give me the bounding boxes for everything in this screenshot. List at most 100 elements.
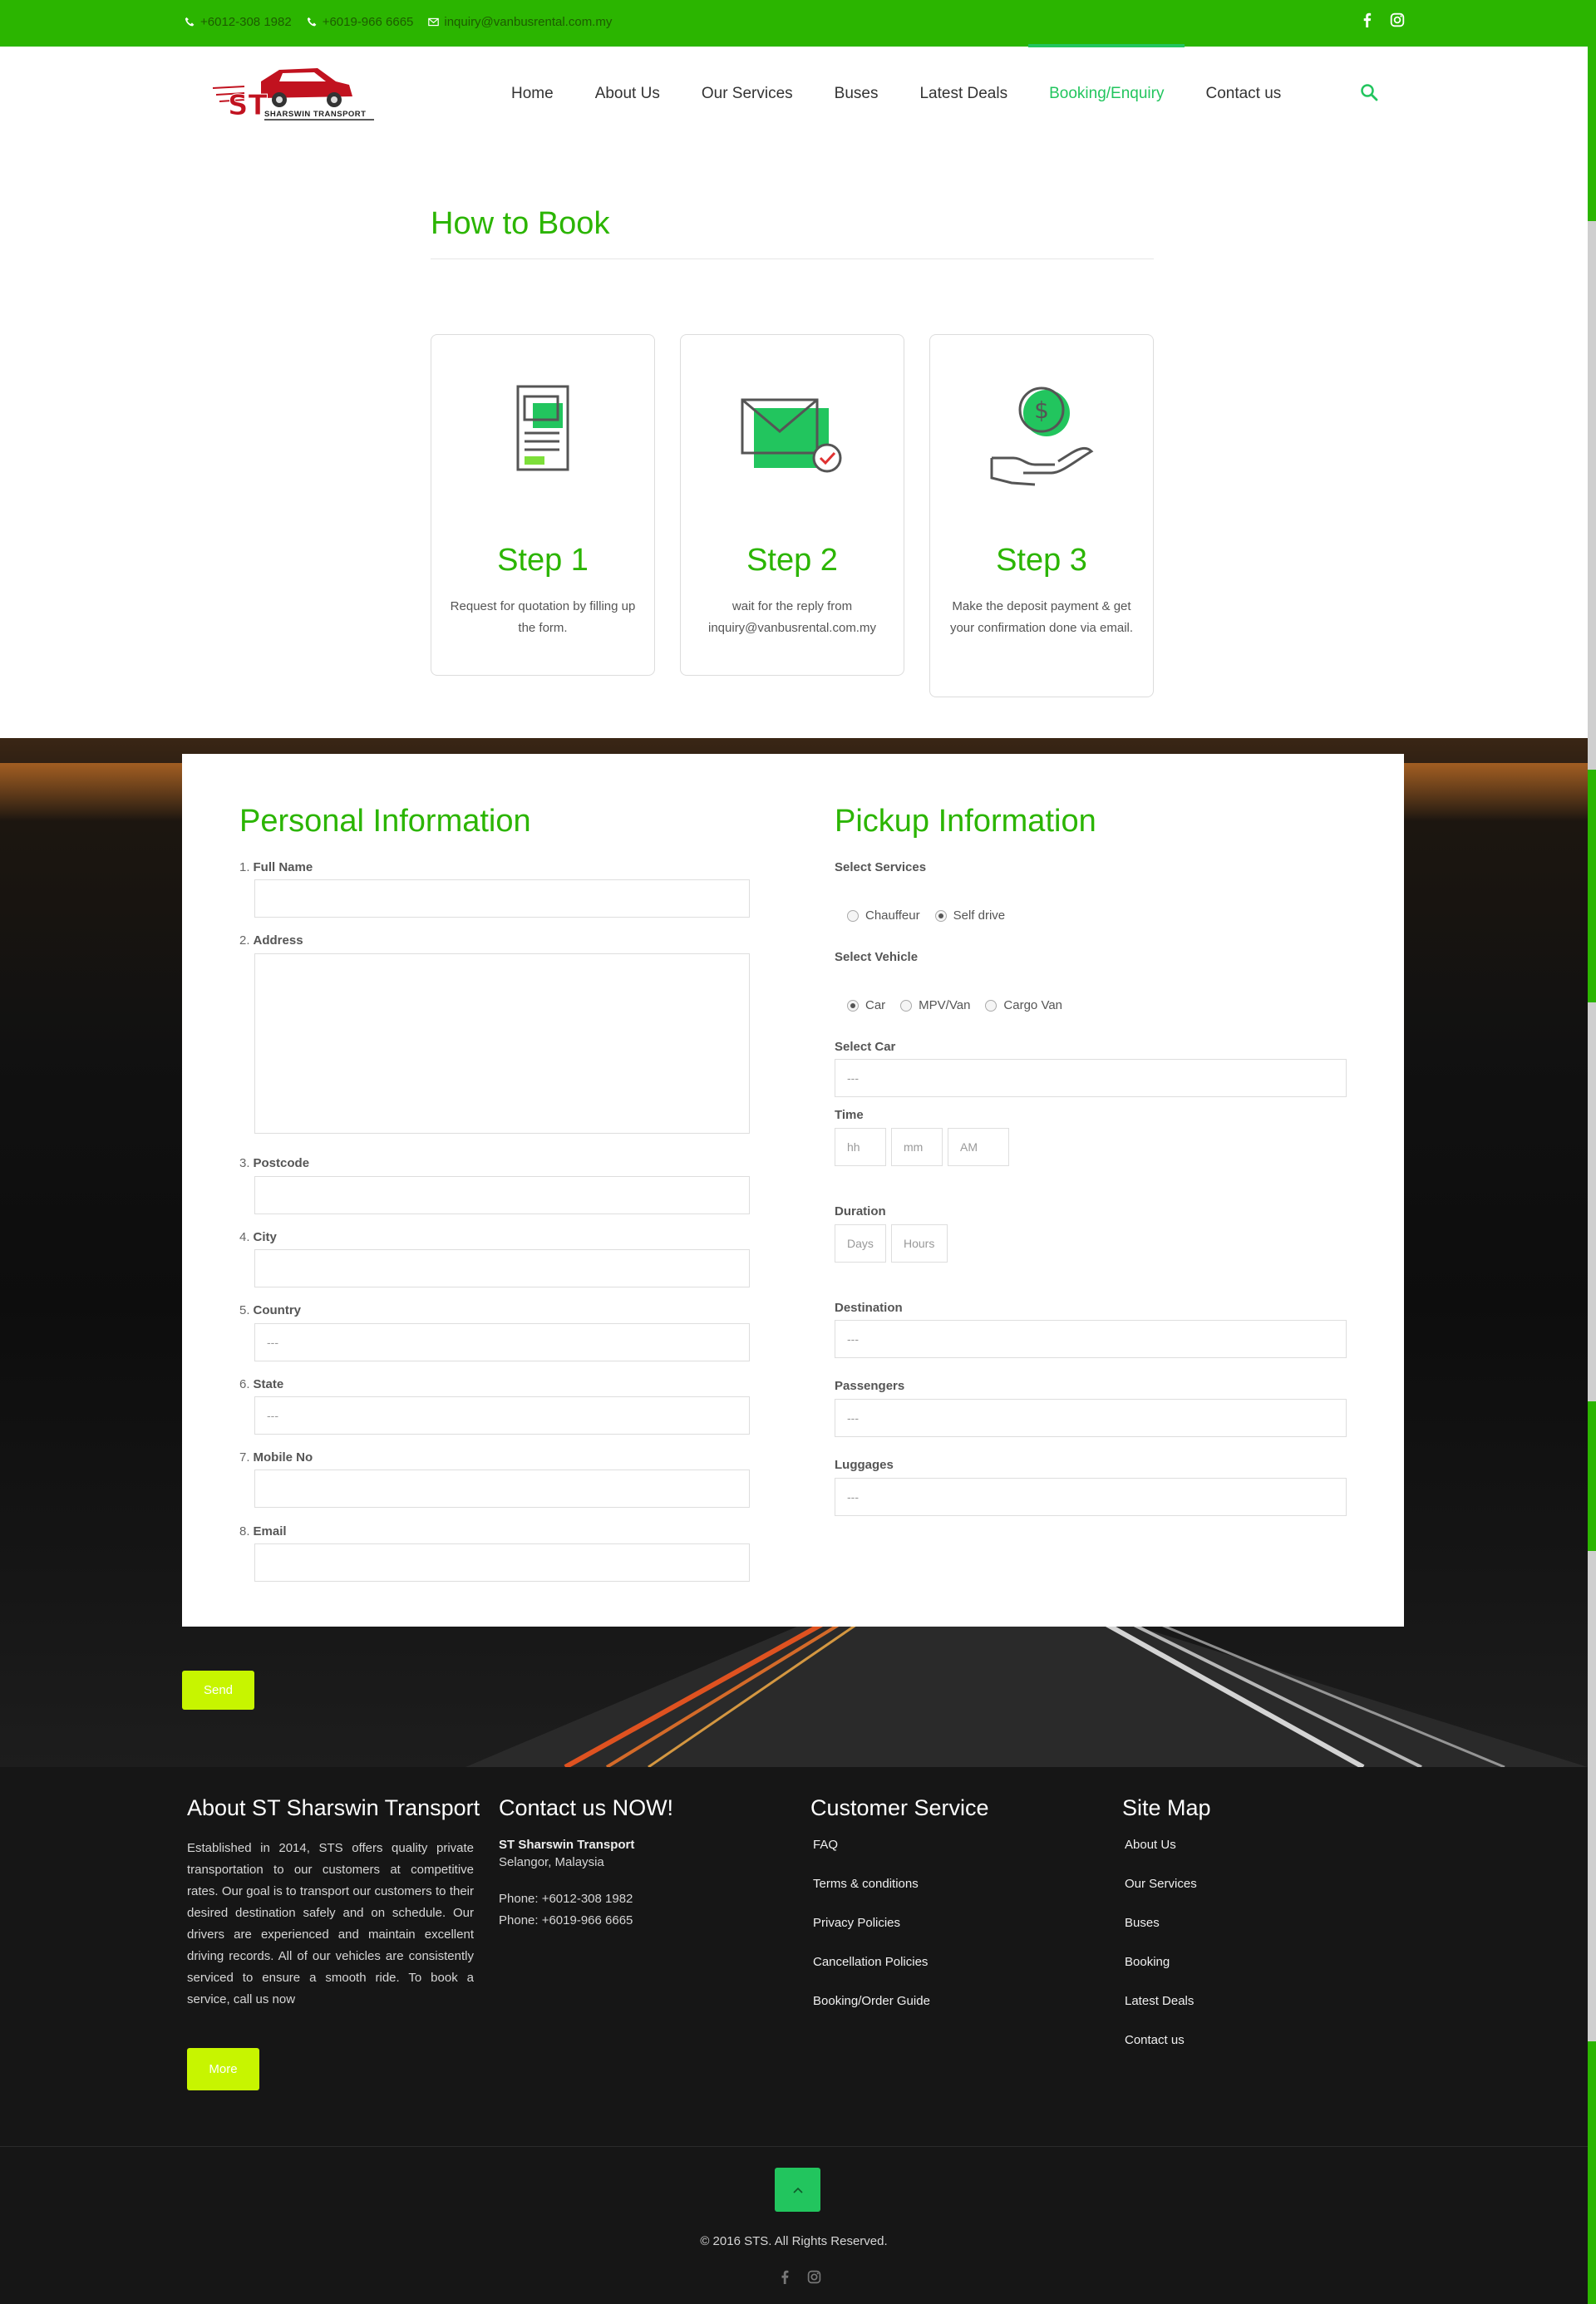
radio-cargo-van[interactable] bbox=[985, 999, 998, 1012]
address-textarea[interactable] bbox=[254, 953, 750, 1134]
sitemap-our-services[interactable]: Our Services bbox=[1122, 1877, 1211, 1916]
full-name-label: 1. Full Name bbox=[239, 860, 313, 874]
phone-icon bbox=[185, 17, 195, 27]
svg-text:ST: ST bbox=[228, 89, 268, 122]
address-label: 2. Address bbox=[239, 933, 303, 948]
top-social bbox=[1360, 12, 1405, 27]
state-label: 6. State bbox=[239, 1377, 284, 1391]
phone-1[interactable]: +6012-308 1982 bbox=[185, 15, 292, 29]
service-self-drive-option[interactable]: Self drive bbox=[934, 908, 1005, 923]
top-bar: +6012-308 1982 +6019-966 6665 inquiry@va… bbox=[0, 0, 1596, 47]
footer-about-text: Established in 2014, STS offers quality … bbox=[187, 1841, 474, 2006]
phone-icon bbox=[307, 17, 317, 27]
main-nav: Home About Us Our Services Buses Latest … bbox=[490, 44, 1302, 141]
link-privacy[interactable]: Privacy Policies bbox=[810, 1916, 989, 1955]
site-logo[interactable]: ST SHARSWIN TRANSPORT bbox=[211, 63, 377, 126]
step-3-description: Make the deposit payment & get your conf… bbox=[949, 599, 1134, 635]
sitemap-booking[interactable]: Booking bbox=[1122, 1955, 1211, 1994]
destination-select[interactable]: --- bbox=[835, 1320, 1347, 1358]
duration-label: Duration bbox=[835, 1204, 886, 1218]
footer-divider bbox=[0, 2146, 1588, 2147]
service-chauffeur-option[interactable]: Chauffeur bbox=[847, 908, 920, 923]
select-vehicle-label: Select Vehicle bbox=[835, 950, 919, 964]
vehicle-radio-group: Car MPV/Van Cargo Van bbox=[847, 998, 1062, 1012]
main-header: ST SHARSWIN TRANSPORT Home About Us Our … bbox=[0, 44, 1588, 141]
sitemap-buses[interactable]: Buses bbox=[1122, 1916, 1211, 1955]
radio-car[interactable] bbox=[847, 999, 859, 1012]
footer-sitemap: Site Map About Us Our Services Buses Boo… bbox=[1122, 1795, 1211, 2072]
nav-our-services[interactable]: Our Services bbox=[681, 47, 814, 141]
instagram-icon[interactable] bbox=[1390, 12, 1405, 27]
step-2-description: wait for the reply from inquiry@vanbusre… bbox=[708, 599, 876, 635]
footer-contact-title: Contact us NOW! bbox=[499, 1795, 674, 1820]
footer-contact: Contact us NOW! ST Sharswin Transport Se… bbox=[499, 1795, 673, 1932]
time-minute-input[interactable]: mm bbox=[891, 1128, 943, 1166]
postcode-label: 3. Postcode bbox=[239, 1156, 310, 1170]
sitemap-contact-us[interactable]: Contact us bbox=[1122, 2033, 1211, 2072]
email-input[interactable] bbox=[254, 1543, 750, 1582]
step-1-description: Request for quotation by filling up the … bbox=[450, 599, 636, 635]
link-terms[interactable]: Terms & conditions bbox=[810, 1877, 989, 1916]
time-label: Time bbox=[835, 1108, 864, 1122]
site-footer: About ST Sharswin Transport Established … bbox=[0, 1767, 1588, 2304]
footer-phone-2[interactable]: Phone: +6019-966 6665 bbox=[499, 1910, 673, 1932]
services-radio-group: Chauffeur Self drive bbox=[847, 908, 1005, 923]
link-cancellation[interactable]: Cancellation Policies bbox=[810, 1955, 989, 1994]
footer-about-title: About ST Sharswin Transport bbox=[187, 1795, 480, 1820]
email-link[interactable]: inquiry@vanbusrental.com.my bbox=[428, 15, 612, 29]
state-select[interactable]: --- bbox=[254, 1396, 750, 1435]
duration-days-input[interactable]: Days bbox=[835, 1224, 886, 1263]
mobile-label: 7. Mobile No bbox=[239, 1450, 313, 1465]
luggages-select[interactable]: --- bbox=[835, 1478, 1347, 1516]
footer-cs-title: Customer Service bbox=[810, 1795, 989, 1820]
postcode-input[interactable] bbox=[254, 1176, 750, 1214]
more-button[interactable]: More bbox=[187, 2048, 259, 2090]
select-car-dropdown[interactable]: --- bbox=[835, 1059, 1347, 1097]
scroll-indicator[interactable] bbox=[1588, 47, 1596, 2304]
link-faq[interactable]: FAQ bbox=[810, 1838, 989, 1877]
booking-form: Personal Information 1. Full Name 2. Addre… bbox=[182, 754, 1404, 1627]
vehicle-mpv-van-option[interactable]: MPV/Van bbox=[900, 998, 970, 1012]
full-name-input[interactable] bbox=[254, 879, 750, 918]
footer-phone-1[interactable]: Phone: +6012-308 1982 bbox=[499, 1888, 673, 1910]
radio-chauffeur[interactable] bbox=[847, 909, 859, 922]
nav-about-us[interactable]: About Us bbox=[574, 47, 681, 141]
footer-sitemap-title: Site Map bbox=[1122, 1795, 1211, 1820]
step-card-1: Step 1 Request for quotation by filling … bbox=[431, 334, 655, 676]
radio-mpv-van[interactable] bbox=[900, 999, 913, 1012]
back-to-top-button[interactable] bbox=[775, 2168, 820, 2212]
footer-location: Selangor, Malaysia bbox=[499, 1855, 604, 1869]
sitemap-latest-deals[interactable]: Latest Deals bbox=[1122, 1994, 1211, 2033]
step-card-3: $ Step 3 Make the deposit payment & get … bbox=[929, 334, 1154, 697]
top-contacts: +6012-308 1982 +6019-966 6665 inquiry@va… bbox=[185, 15, 612, 29]
time-hour-input[interactable]: hh bbox=[835, 1128, 886, 1166]
vehicle-car-option[interactable]: Car bbox=[847, 998, 885, 1012]
nav-buses[interactable]: Buses bbox=[814, 47, 899, 141]
svg-text:$: $ bbox=[1034, 396, 1049, 424]
phone-2[interactable]: +6019-966 6665 bbox=[307, 15, 413, 29]
nav-contact-us[interactable]: Contact us bbox=[1185, 47, 1302, 141]
vehicle-cargo-van-option[interactable]: Cargo Van bbox=[985, 998, 1062, 1012]
sitemap-about-us[interactable]: About Us bbox=[1122, 1838, 1211, 1877]
link-booking-guide[interactable]: Booking/Order Guide bbox=[810, 1994, 989, 2033]
step-2-title: Step 2 bbox=[746, 543, 838, 578]
passengers-select[interactable]: --- bbox=[835, 1399, 1347, 1437]
select-services-label: Select Services bbox=[835, 860, 927, 874]
time-ampm-select[interactable]: AM bbox=[948, 1128, 1009, 1166]
send-button[interactable]: Send bbox=[182, 1671, 254, 1710]
facebook-icon[interactable] bbox=[778, 2270, 792, 2284]
instagram-icon[interactable] bbox=[807, 2270, 821, 2284]
mobile-input[interactable] bbox=[254, 1470, 750, 1508]
country-select[interactable]: --- bbox=[254, 1323, 750, 1361]
nav-home[interactable]: Home bbox=[490, 47, 574, 141]
email-label: 8. Email bbox=[239, 1524, 287, 1538]
facebook-icon[interactable] bbox=[1360, 12, 1375, 27]
radio-self-drive[interactable] bbox=[934, 909, 947, 922]
chevron-up-icon bbox=[792, 2187, 803, 2193]
envelope-check-icon bbox=[741, 398, 842, 473]
city-input[interactable] bbox=[254, 1249, 750, 1287]
nav-latest-deals[interactable]: Latest Deals bbox=[899, 47, 1028, 141]
search-icon[interactable] bbox=[1360, 83, 1378, 101]
duration-hours-input[interactable]: Hours bbox=[891, 1224, 948, 1263]
nav-booking-enquiry[interactable]: Booking/Enquiry bbox=[1028, 44, 1185, 141]
